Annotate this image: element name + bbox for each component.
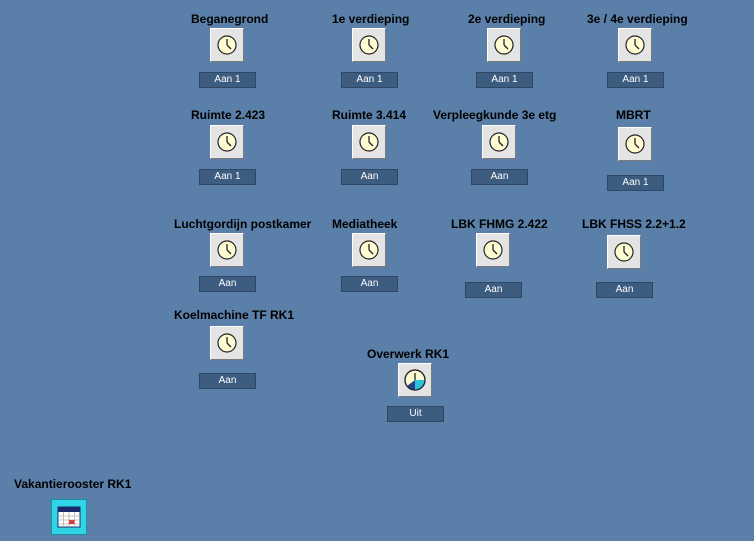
schedule-clock-button[interactable]: [352, 233, 386, 267]
schedule-label: 2e verdieping: [468, 12, 546, 26]
clock-icon: [489, 132, 509, 152]
schedule-clock-button[interactable]: [607, 235, 641, 269]
schedule-label: LBK FHSS 2.2+1.2: [582, 217, 686, 231]
vacation-calendar-button[interactable]: [51, 499, 87, 535]
schedule-status[interactable]: Aan: [465, 282, 522, 298]
overwork-clock-button[interactable]: [398, 363, 432, 397]
schedule-clock-button[interactable]: [618, 127, 652, 161]
calendar-icon: [57, 506, 81, 528]
schedule-status[interactable]: Aan: [199, 276, 256, 292]
schedule-label: Beganegrond: [191, 12, 269, 26]
schedule-label: Luchtgordijn postkamer: [174, 217, 312, 231]
schedule-status[interactable]: Aan: [341, 276, 398, 292]
schedule-status[interactable]: Aan: [596, 282, 653, 298]
schedule-clock-button[interactable]: [210, 326, 244, 360]
schedule-label: 1e verdieping: [332, 12, 410, 26]
vacation-label: Vakantierooster RK1: [14, 477, 132, 491]
schedule-label: MBRT: [616, 108, 651, 122]
clock-icon: [494, 35, 514, 55]
schedule-status[interactable]: Aan: [471, 169, 528, 185]
clock-icon: [217, 240, 237, 260]
schedule-clock-button[interactable]: [352, 125, 386, 159]
clock-icon: [359, 132, 379, 152]
schedule-label: Ruimte 2.423: [191, 108, 266, 122]
schedule-label: Ruimte 3.414: [332, 108, 407, 122]
clock-icon: [625, 134, 645, 154]
clock-icon: [217, 35, 237, 55]
schedule-clock-button[interactable]: [618, 28, 652, 62]
clock-icon: [217, 333, 237, 353]
schedule-label: Koelmachine TF RK1: [174, 308, 295, 322]
schedule-label: LBK FHMG 2.422: [451, 217, 548, 231]
schedule-label: Mediatheek: [332, 217, 398, 231]
schedule-clock-button[interactable]: [210, 233, 244, 267]
schedule-clock-button[interactable]: [210, 125, 244, 159]
clock-icon: [625, 35, 645, 55]
schedule-status[interactable]: Aan: [341, 169, 398, 185]
schedule-clock-button[interactable]: [482, 125, 516, 159]
schedule-status[interactable]: Aan 1: [607, 175, 664, 191]
schedule-clock-button[interactable]: [476, 233, 510, 267]
schedule-status[interactable]: Aan 1: [199, 72, 256, 88]
overwork-label: Overwerk RK1: [367, 347, 450, 361]
clock-icon: [614, 242, 634, 262]
schedule-clock-button[interactable]: [487, 28, 521, 62]
schedule-label: Verpleegkunde 3e etg: [433, 108, 557, 122]
clock-icon: [359, 240, 379, 260]
schedule-overview-screen: Beganegrond Aan 1 1e verdieping Aan 1 2e…: [0, 0, 754, 541]
clock-icon: [359, 35, 379, 55]
schedule-label: 3e / 4e verdieping: [587, 12, 688, 26]
schedule-clock-button[interactable]: [210, 28, 244, 62]
clock-icon: [483, 240, 503, 260]
overwork-status[interactable]: Uit: [387, 406, 444, 422]
schedule-status[interactable]: Aan 1: [199, 169, 256, 185]
schedule-status[interactable]: Aan 1: [476, 72, 533, 88]
schedule-status[interactable]: Aan: [199, 373, 256, 389]
clock-icon: [217, 132, 237, 152]
schedule-status[interactable]: Aan 1: [607, 72, 664, 88]
pie-clock-icon: [404, 369, 426, 391]
schedule-status[interactable]: Aan 1: [341, 72, 398, 88]
schedule-clock-button[interactable]: [352, 28, 386, 62]
